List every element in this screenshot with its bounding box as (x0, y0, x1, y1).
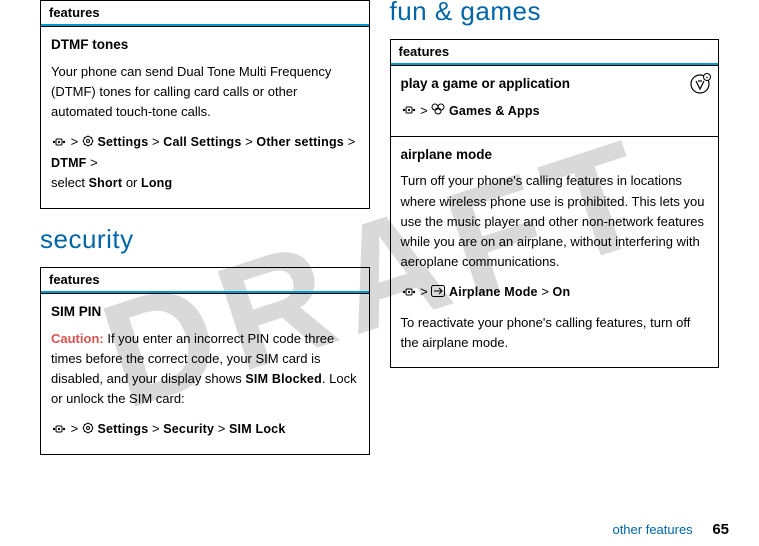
select-prefix: select (51, 175, 89, 190)
dtmf-cell: DTMF tones Your phone can send Dual Tone… (41, 26, 369, 208)
svg-text:+: + (706, 76, 709, 82)
caution-label: Caution: (51, 331, 104, 346)
gt: > (541, 284, 549, 299)
gt: > (245, 134, 253, 149)
gt: > (152, 421, 160, 436)
path-settings: Settings (97, 135, 148, 149)
path-games: Games & Apps (449, 104, 540, 118)
dtmf-path: > Settings > Call Settings > Other setti… (51, 132, 359, 193)
airplane-path: > Airplane Mode > On (401, 282, 709, 303)
center-key-icon (401, 101, 417, 121)
sim-caution: Caution: If you enter an incorrect PIN c… (51, 329, 359, 410)
sim-blocked: SIM Blocked (245, 372, 322, 386)
gt: > (71, 421, 79, 436)
features-header: features (41, 1, 369, 26)
center-key-icon (401, 283, 417, 303)
page-footer: other features 65 (612, 521, 729, 538)
gt: > (152, 134, 160, 149)
airplane-body: Turn off your phone's calling features i… (401, 171, 709, 272)
operator-badge-icon: + (688, 72, 712, 102)
center-key-icon (51, 420, 67, 440)
gear-icon (82, 133, 94, 153)
gt: > (420, 103, 428, 118)
path-simlock: SIM Lock (229, 422, 285, 436)
game-cell: + play a game or application > Games & A… (391, 65, 719, 136)
sim-path: > Settings > Security > SIM Lock (51, 419, 359, 440)
sim-title: SIM PIN (51, 302, 359, 323)
gt: > (420, 284, 428, 299)
gear-icon (82, 420, 94, 440)
features-header: features (41, 268, 369, 293)
dtmf-feature-box: features DTMF tones Your phone can send … (40, 0, 370, 209)
security-heading: security (40, 224, 370, 255)
left-column: features DTMF tones Your phone can send … (30, 0, 380, 470)
fun-heading: fun & games (390, 0, 720, 27)
airplane-tail: To reactivate your phone's calling featu… (401, 313, 709, 353)
gt: > (90, 155, 98, 170)
dtmf-body: Your phone can send Dual Tone Multi Freq… (51, 62, 359, 122)
airplane-cell: airplane mode Turn off your phone's call… (391, 136, 719, 368)
content-columns: features DTMF tones Your phone can send … (0, 0, 759, 470)
opt-long: Long (141, 176, 172, 190)
footer-page-number: 65 (712, 521, 729, 538)
game-path: > Games & Apps (401, 101, 709, 122)
airplane-icon (431, 283, 445, 303)
path-call-settings: Call Settings (163, 135, 241, 149)
path-airplane: Airplane Mode (449, 285, 538, 299)
gt: > (218, 421, 226, 436)
fun-feature-box: features + play a game or application > … (390, 39, 720, 368)
or-text: or (122, 175, 141, 190)
opt-short: Short (89, 176, 123, 190)
path-dtmf: DTMF (51, 156, 87, 170)
features-header: features (391, 40, 719, 65)
footer-section: other features (612, 522, 692, 537)
sim-feature-box: features SIM PIN Caution: If you enter a… (40, 267, 370, 455)
gt: > (348, 134, 356, 149)
path-on: On (553, 285, 571, 299)
airplane-title: airplane mode (401, 145, 709, 166)
gt: > (71, 134, 79, 149)
games-icon (431, 101, 445, 121)
path-settings: Settings (97, 422, 148, 436)
path-security: Security (163, 422, 214, 436)
game-title: play a game or application (401, 74, 709, 95)
dtmf-title: DTMF tones (51, 35, 359, 56)
center-key-icon (51, 133, 67, 153)
right-column: fun & games features + play a game or ap… (380, 0, 730, 470)
path-other-settings: Other settings (256, 135, 344, 149)
sim-cell: SIM PIN Caution: If you enter an incorre… (41, 293, 369, 454)
